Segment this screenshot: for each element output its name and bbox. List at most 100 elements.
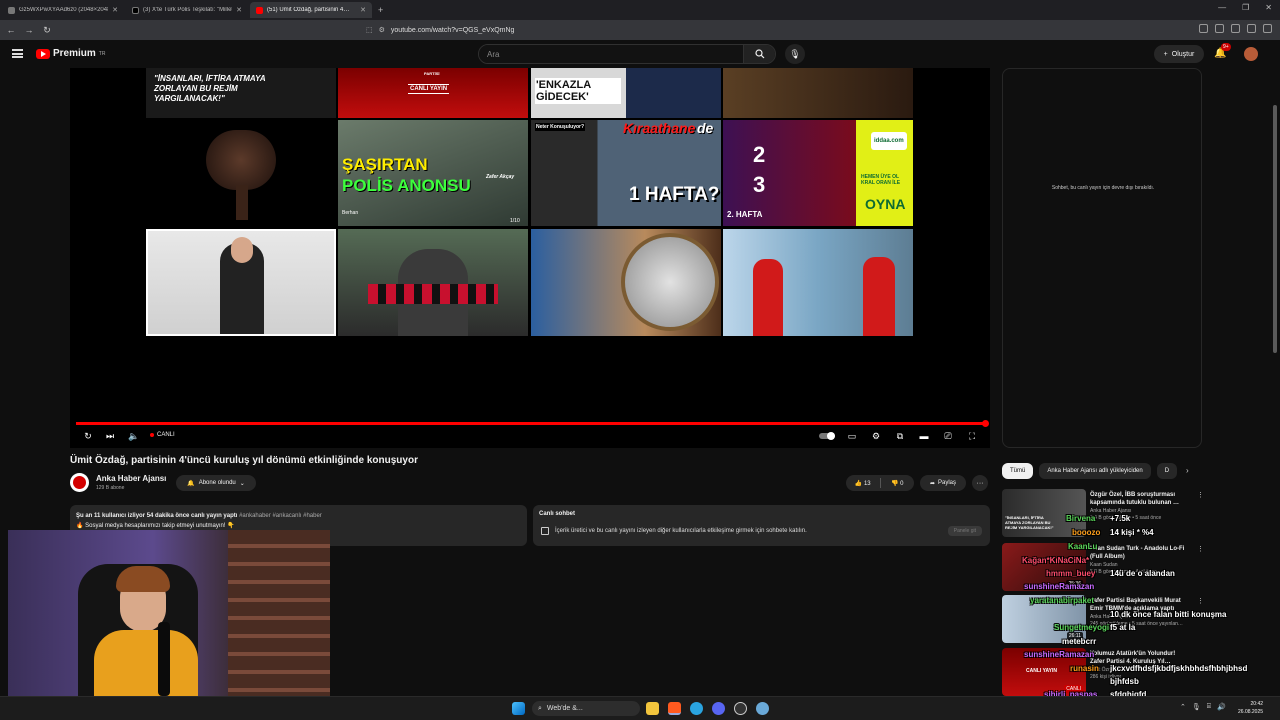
brave-browser-icon[interactable] — [668, 702, 681, 715]
discord-icon[interactable] — [712, 702, 725, 715]
extension-icon[interactable] — [1231, 24, 1240, 33]
forward-icon[interactable]: → — [22, 25, 36, 35]
create-label: Oluştur — [1171, 50, 1195, 58]
open-panel-button[interactable]: Panele git — [947, 526, 982, 536]
windows-start-icon[interactable] — [512, 702, 525, 715]
chevron-right-icon[interactable]: › — [1186, 466, 1189, 475]
new-tab-button[interactable]: + — [378, 5, 383, 15]
replay-icon[interactable]: ↻ — [82, 430, 94, 442]
account-avatar[interactable] — [1244, 47, 1258, 61]
description-tags[interactable]: #ankahaber #ankacanlı #haber — [239, 513, 322, 519]
extension-icon[interactable] — [1199, 24, 1208, 33]
page-scrollbar[interactable] — [1273, 105, 1277, 353]
chevron-up-icon[interactable]: ⌃ — [1180, 703, 1186, 711]
channel-avatar[interactable] — [70, 473, 89, 492]
theater-mode-icon[interactable]: ▬ — [918, 430, 930, 442]
endscreen-thumb[interactable]: ŞAŞIRTAN POLİS ANONSU Zafer Akçay Berhan… — [338, 120, 528, 226]
chat-icon — [541, 527, 549, 535]
taskbar-search[interactable]: ⌕ Web'de &... — [532, 701, 640, 716]
extension-icon[interactable] — [1215, 24, 1224, 33]
close-window-icon[interactable]: ✕ — [1265, 3, 1272, 12]
volume-icon[interactable]: 🔈 — [128, 430, 140, 442]
miniplayer-icon[interactable]: ⧉ — [894, 430, 906, 442]
streamer-hair — [116, 566, 170, 592]
extension-icon[interactable] — [1247, 24, 1256, 33]
settings-gear-icon[interactable]: ⚙ — [870, 430, 882, 442]
subtitles-icon[interactable]: ▭ — [846, 430, 858, 442]
app-icon[interactable] — [756, 702, 769, 715]
reload-icon[interactable]: ↻ — [40, 25, 54, 36]
thumb-score-2: 3 — [753, 172, 766, 197]
reporter-figure — [753, 259, 783, 336]
channel-name[interactable]: Anka Haber Ajansı — [96, 474, 166, 483]
obs-icon[interactable] — [734, 702, 747, 715]
browser-tab[interactable]: Gz5WXPwXYAAd6z0 (2048×2048) ✕ — [2, 2, 124, 18]
endscreen-thumb[interactable]: 2 3 2. HAFTA iddaa.com HEMEN ÜYE OL KRAL… — [723, 120, 913, 226]
network-icon[interactable]: ⌸ — [1207, 703, 1211, 711]
more-actions-button[interactable]: ··· — [972, 475, 988, 491]
taskbar-clock[interactable]: 20:42 26.08.2025 — [1238, 700, 1263, 716]
site-info-icon[interactable]: ⚙ — [379, 26, 385, 34]
youtube-header: Premium TR Ara 🎙 + Oluştur 🔔 9+ — [0, 40, 1280, 68]
menu-icon[interactable] — [1263, 24, 1272, 33]
browser-tab-active[interactable]: (51) Ümit Özdağ, partisinin 4… ✕ — [250, 2, 372, 18]
telegram-icon[interactable] — [690, 702, 703, 715]
url-field[interactable]: ⬚ ⚙ youtube.com/watch?v=QGS_eVxQmNg — [366, 23, 916, 37]
close-icon[interactable]: ✕ — [360, 6, 366, 14]
endscreen-thumb[interactable] — [531, 229, 721, 336]
endscreen-thumb[interactable]: "İNSANLARI, İFTİRA ATMAYA ZORLAYAN BU RE… — [146, 68, 336, 118]
next-icon[interactable]: ⏭ — [104, 430, 116, 442]
subscribed-button[interactable]: 🔔 Abone olundu ⌄ — [176, 475, 256, 491]
thumbnail-text: CANLI YAYIN — [1026, 668, 1057, 674]
maximize-icon[interactable]: ❐ — [1242, 3, 1249, 12]
hamburger-menu-icon[interactable] — [12, 49, 23, 58]
autoplay-toggle[interactable] — [818, 430, 836, 442]
minimize-icon[interactable]: — — [1218, 3, 1226, 12]
endscreen-thumb[interactable] — [338, 229, 528, 336]
endscreen-thumb[interactable] — [723, 68, 913, 118]
cast-icon[interactable]: ⎚ — [942, 430, 954, 442]
endscreen-thumb[interactable] — [146, 120, 336, 226]
dislike-button[interactable]: 👎 0 — [881, 480, 915, 487]
close-icon[interactable]: ✕ — [236, 6, 242, 14]
search-input[interactable]: Ara — [479, 45, 743, 63]
live-chat-heading: Canlı sohbet — [539, 511, 576, 517]
youtube-premium-logo[interactable]: Premium TR — [36, 48, 105, 59]
chip-all[interactable]: Tümü — [1002, 463, 1034, 479]
file-explorer-icon[interactable] — [646, 702, 659, 715]
share-button[interactable]: ➦ Paylaş — [920, 475, 966, 491]
bookmark-icon[interactable]: ⬚ — [366, 26, 373, 34]
more-vert-icon[interactable]: ⋮ — [1197, 545, 1204, 553]
live-indicator[interactable]: CANLI — [150, 432, 175, 438]
recommendation-item[interactable]: "İNSANLARI, İFTİRA ATMAYA ZORLAYAN BU RE… — [1002, 489, 1207, 537]
overlay-chat-message: bjhfdsb — [1110, 677, 1139, 686]
search-button[interactable] — [743, 45, 775, 63]
fullscreen-icon[interactable]: ⛶ — [966, 430, 978, 442]
recommendation-title: Kaan Sudan Turk - Anadolu Lo-Fi (Full Al… — [1090, 546, 1185, 560]
more-vert-icon[interactable]: ⋮ — [1197, 597, 1204, 605]
endscreen-thumb[interactable] — [723, 229, 913, 336]
chip-from-uploader[interactable]: Anka Haber Ajansı adlı yükleyiciden — [1039, 463, 1151, 479]
endscreen-thumb[interactable]: Neter Konuşuluyor? Kıraathane de 1 HAFTA… — [531, 120, 721, 226]
microphone-icon[interactable]: 🎙 — [1192, 703, 1201, 711]
video-player[interactable]: "İNSANLARI, İFTİRA ATMAYA ZORLAYAN BU RE… — [70, 68, 990, 448]
endscreen-thumb[interactable]: PARTİSİ CANLI YAYIN — [338, 68, 528, 118]
endscreen-thumb[interactable] — [146, 229, 336, 336]
like-button[interactable]: 👍 13 — [846, 480, 880, 487]
subscriber-count: 129 B abone — [96, 485, 125, 491]
logo-region: TR — [98, 50, 106, 57]
endscreen-thumb[interactable]: 'ENKAZLA GİDECEK' — [531, 68, 721, 118]
overlay-chat-user: KaanLu — [1068, 542, 1098, 551]
browser-tab[interactable]: (3) X'te Türk Polis Teşkilatı: "Milletim… — [126, 2, 248, 18]
back-icon[interactable]: ← — [4, 25, 18, 35]
chip-related[interactable]: D — [1156, 463, 1178, 479]
filter-chips: Tümü Anka Haber Ajansı adlı yükleyiciden… — [1002, 463, 1178, 479]
tab-favicon — [8, 6, 15, 14]
create-button[interactable]: + Oluştur — [1154, 45, 1204, 63]
more-vert-icon[interactable]: ⋮ — [1197, 491, 1204, 499]
close-icon[interactable]: ✕ — [112, 6, 118, 14]
video-progress-bar[interactable] — [76, 420, 989, 427]
voice-search-button[interactable]: 🎙 — [785, 44, 805, 64]
window-controls: — ❐ ✕ — [1218, 3, 1272, 12]
speaker-icon[interactable]: 🔊 — [1217, 703, 1226, 711]
